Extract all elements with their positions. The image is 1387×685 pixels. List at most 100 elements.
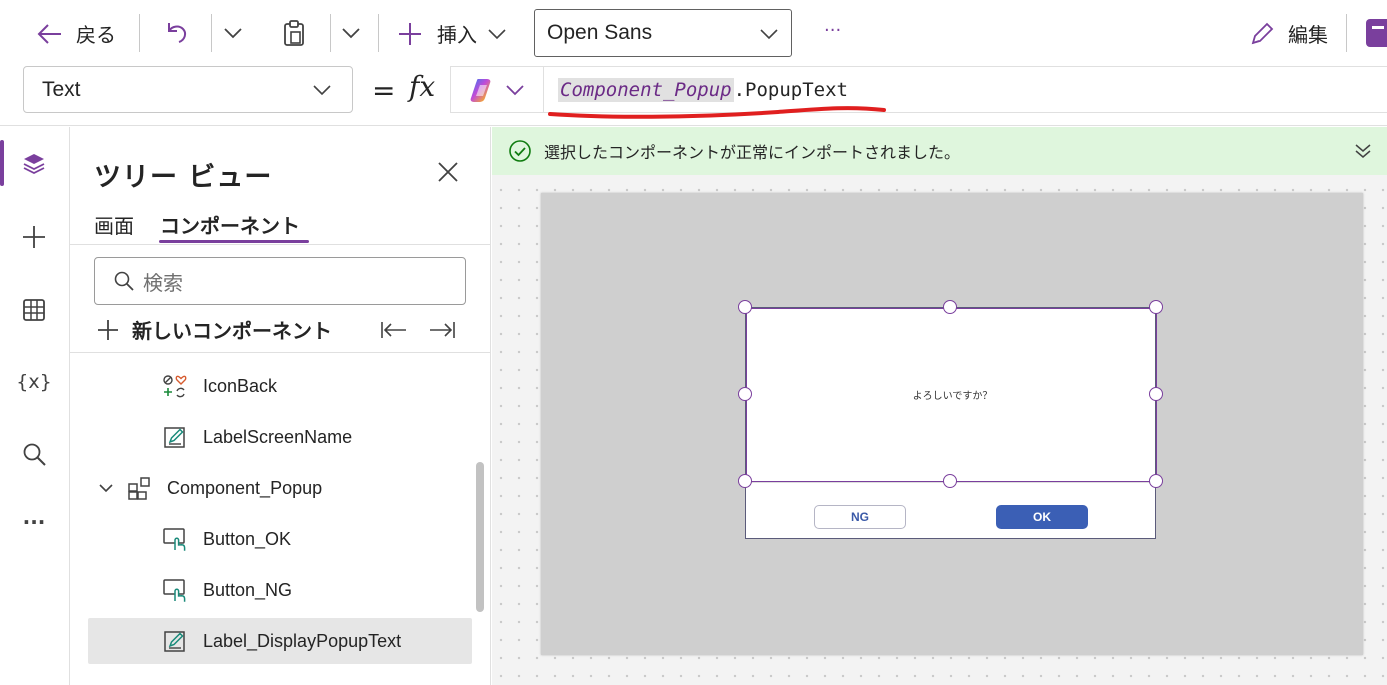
divider — [70, 352, 490, 353]
notebook-icon — [1366, 19, 1387, 47]
tree-item-component-popup[interactable]: Component_Popup — [88, 465, 472, 511]
new-component-button[interactable]: 新しいコンポーネント — [96, 315, 332, 344]
insert-button[interactable]: 挿入 — [397, 19, 507, 48]
variables-icon[interactable]: {x} — [16, 367, 51, 397]
app-screen[interactable]: よろしいですか？ NG OK — [541, 193, 1363, 655]
font-family-dropdown[interactable]: Open Sans — [534, 9, 792, 57]
component-icon — [126, 475, 152, 501]
plus-icon[interactable] — [19, 222, 49, 252]
tab-screens[interactable]: 画面 — [94, 210, 134, 239]
active-indicator — [0, 140, 4, 186]
chevron-down-icon — [313, 85, 331, 96]
tree-item-label: Component_Popup — [167, 477, 323, 498]
tree-item-labelscreenname[interactable]: LabelScreenName — [88, 414, 472, 460]
formula-component-reference: Component_Popup — [558, 77, 734, 102]
toolbar-divider — [139, 14, 140, 52]
tree-item-label: IconBack — [203, 375, 278, 396]
chevron-down-icon[interactable] — [98, 480, 114, 496]
copilot-button[interactable] — [450, 66, 544, 113]
toolbar-divider — [1346, 14, 1347, 52]
resize-handle-top-right[interactable] — [1149, 300, 1163, 314]
popup-text-label[interactable]: よろしいですか？ — [747, 387, 1158, 402]
resize-handle-bottom-left[interactable] — [738, 474, 752, 488]
control-icon — [162, 679, 188, 685]
label-edit-icon — [162, 628, 188, 654]
tree-item-button-ok[interactable]: Button_OK — [88, 516, 472, 562]
tree-item-label: Label_DisplayPopupText — [203, 630, 402, 651]
tree-scrollbar[interactable] — [476, 462, 484, 612]
expand-right-icon[interactable] — [428, 320, 456, 340]
chevron-down-icon — [342, 28, 360, 39]
app-checker-button[interactable] — [1364, 17, 1387, 49]
resize-handle-bottom-right[interactable] — [1149, 474, 1163, 488]
more-icon[interactable]: ··· — [19, 507, 49, 537]
insert-label: 挿入 — [437, 23, 477, 47]
success-banner: 選択したコンポーネントが正常にインポートされました。 — [492, 127, 1387, 175]
button-icon — [162, 526, 188, 552]
chevron-down-icon — [760, 29, 778, 40]
more-commands-button[interactable]: ··· — [824, 20, 841, 41]
close-icon[interactable] — [436, 160, 460, 184]
fx-icon[interactable]: fx — [409, 70, 435, 103]
resize-handle-top[interactable] — [943, 300, 957, 314]
toolbar-divider — [330, 14, 331, 52]
tree-view-panel: ツリー ビュー 画面 コンポーネント 検索 新しいコンポーネント IconBac… — [70, 127, 491, 685]
resize-handle-left[interactable] — [738, 387, 752, 401]
search-placeholder: 検索 — [143, 270, 183, 295]
left-rail: {x} ··· — [0, 127, 70, 685]
back-button[interactable]: 戻る — [36, 19, 116, 48]
tree-item-button-ng[interactable]: Button_NG — [88, 567, 472, 613]
divider — [70, 244, 490, 245]
banner-message: 選択したコンポーネントが正常にインポートされました。 — [544, 143, 961, 162]
ok-button[interactable]: OK — [996, 505, 1088, 529]
button-icon — [162, 577, 188, 603]
tree-item-label: Button_NG — [203, 579, 293, 600]
layers-icon[interactable] — [19, 149, 49, 179]
copilot-icon — [470, 78, 491, 102]
resize-handle-top-left[interactable] — [738, 300, 752, 314]
clipboard-icon — [284, 20, 304, 46]
paste-dropdown-button[interactable] — [340, 22, 362, 44]
paste-button[interactable] — [280, 19, 308, 47]
edit-button[interactable]: 編集 — [1248, 19, 1328, 48]
new-component-label: 新しいコンポーネント — [132, 319, 332, 343]
canvas-area: 選択したコンポーネントが正常にインポートされました。 よろしいですか？ NG O… — [492, 127, 1387, 685]
tree-view-title: ツリー ビュー — [94, 162, 273, 193]
undo-button[interactable] — [162, 19, 190, 47]
label-edit-icon — [162, 424, 188, 450]
tree-item-iconback[interactable]: IconBack — [88, 363, 472, 409]
command-bar: 戻る 挿入 Open Sans ··· 編集 — [0, 0, 1387, 66]
toolbar-divider — [378, 14, 379, 52]
chevron-down-icon — [488, 28, 506, 39]
chevron-down-icon — [224, 28, 242, 39]
equals-sign: = — [372, 74, 396, 107]
active-tab-indicator — [159, 240, 309, 243]
resize-handle-bottom[interactable] — [943, 474, 957, 488]
chevron-double-down-icon[interactable] — [1353, 141, 1373, 161]
red-underline-annotation — [548, 106, 886, 119]
formula-property-text: .PopupText — [733, 78, 848, 101]
back-label: 戻る — [76, 23, 116, 47]
tree-item-label: Button_OK — [203, 528, 292, 549]
tab-components[interactable]: コンポーネント — [160, 210, 300, 239]
tree-search-input[interactable]: 検索 — [94, 257, 466, 305]
arrow-left-icon — [37, 23, 61, 44]
component-popup[interactable]: よろしいですか？ NG OK — [745, 307, 1157, 540]
font-family-value: Open Sans — [547, 21, 653, 44]
collapse-left-icon[interactable] — [380, 320, 408, 340]
tree-item-label: LabelScreenName — [203, 426, 353, 447]
popup-footer: NG OK — [746, 482, 1157, 540]
tree-item-label-displaypopuptext[interactable]: Label_DisplayPopupText — [88, 618, 472, 664]
ng-button[interactable]: NG — [814, 505, 906, 529]
plus-icon — [98, 319, 118, 340]
icon-control-icon — [162, 373, 188, 399]
edit-label: 編集 — [1288, 23, 1328, 47]
table-icon[interactable] — [19, 295, 49, 325]
property-value: Text — [42, 77, 81, 101]
property-dropdown[interactable]: Text — [23, 66, 353, 113]
tree-item-partial[interactable] — [88, 669, 472, 685]
search-icon[interactable] — [19, 439, 49, 469]
selected-label-frame[interactable]: よろしいですか？ — [746, 308, 1157, 482]
resize-handle-right[interactable] — [1149, 387, 1163, 401]
undo-dropdown-button[interactable] — [222, 22, 244, 44]
